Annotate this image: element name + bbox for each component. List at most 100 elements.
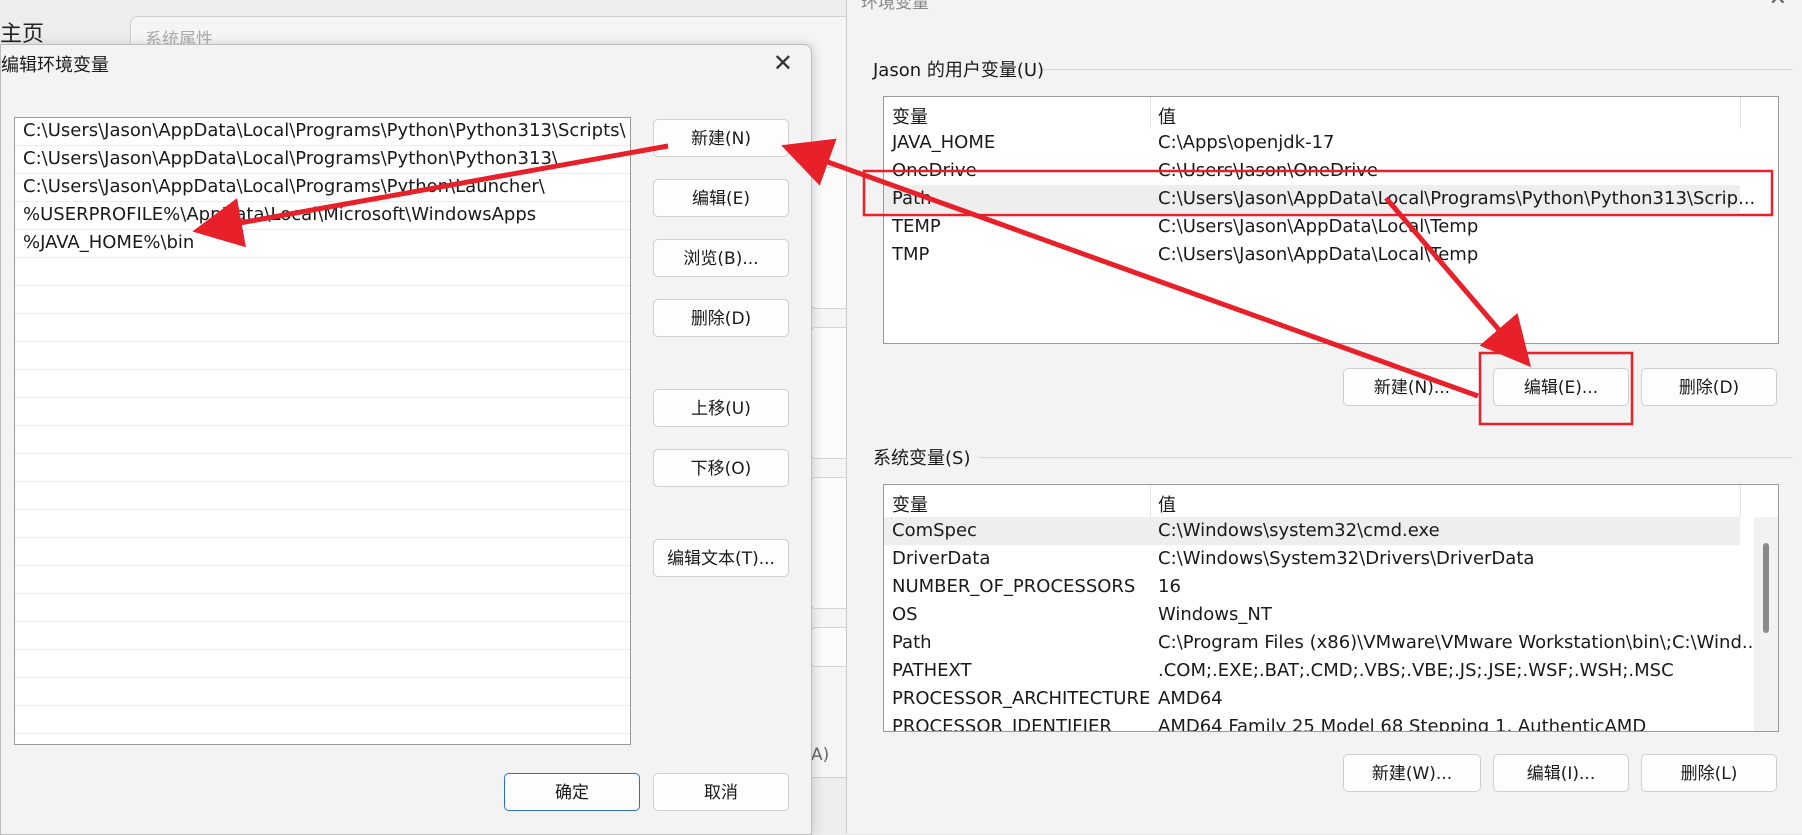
empty-list-row[interactable] xyxy=(15,454,630,482)
empty-list-row[interactable] xyxy=(15,566,630,594)
variable-name: JAVA_HOME xyxy=(892,132,996,153)
empty-list-row[interactable] xyxy=(15,370,630,398)
table-row[interactable]: NUMBER_OF_PROCESSORS 16 xyxy=(884,573,1740,601)
column-header-variable: 变量 xyxy=(892,107,928,128)
table-row[interactable]: JAVA_HOME C:\Apps\openjdk-17 xyxy=(884,129,1778,157)
close-icon[interactable]: ✕ xyxy=(773,49,793,77)
edit-dialog-title: 编辑环境变量 xyxy=(1,55,109,76)
ok-button[interactable]: 确定 xyxy=(504,773,640,811)
cancel-button[interactable]: 取消 xyxy=(653,773,789,811)
table-row[interactable]: PROCESSOR_IDENTIFIER AMD64 Family 25 Mod… xyxy=(884,713,1740,732)
variable-name: Path xyxy=(892,632,932,653)
empty-list-row[interactable] xyxy=(15,678,630,706)
table-row[interactable]: ComSpec C:\Windows\system32\cmd.exe xyxy=(884,517,1740,545)
edit-entry-button[interactable]: 编辑(E) xyxy=(653,179,789,217)
group-divider xyxy=(979,457,1793,458)
path-entry: %USERPROFILE%\AppData\Local\Microsoft\Wi… xyxy=(23,204,537,225)
list-item[interactable]: C:\Users\Jason\AppData\Local\Programs\Py… xyxy=(15,174,630,202)
environment-variables-dialog: 环境变量 ✕ Jason 的用户变量(U) 变量 值 JAVA_HOME C:\… xyxy=(846,0,1802,833)
table-row[interactable]: TEMP C:\Users\Jason\AppData\Local\Temp xyxy=(884,213,1778,241)
variable-name: OneDrive xyxy=(892,160,977,181)
variable-name: PROCESSOR_IDENTIFIER xyxy=(892,716,1112,732)
system-variables-list[interactable]: 变量 值 ComSpec C:\Windows\system32\cmd.exe… xyxy=(883,484,1779,732)
empty-list-row[interactable] xyxy=(15,398,630,426)
variable-value: AMD64 xyxy=(1158,688,1223,709)
empty-list-row[interactable] xyxy=(15,510,630,538)
path-entries-list[interactable]: C:\Users\Jason\AppData\Local\Programs\Py… xyxy=(14,117,631,745)
variable-name: PATHEXT xyxy=(892,660,972,681)
path-entry: C:\Users\Jason\AppData\Local\Programs\Py… xyxy=(23,176,545,197)
path-entry: C:\Users\Jason\AppData\Local\Programs\Py… xyxy=(23,120,626,141)
variable-name: ComSpec xyxy=(892,520,977,541)
move-down-button[interactable]: 下移(O) xyxy=(653,449,789,487)
empty-list-row[interactable] xyxy=(15,286,630,314)
system-variables-group-label: 系统变量(S) xyxy=(873,448,971,469)
empty-list-row[interactable] xyxy=(15,258,630,286)
table-row[interactable]: Path C:\Program Files (x86)\VMware\VMwar… xyxy=(884,629,1759,657)
list-item[interactable]: C:\Users\Jason\AppData\Local\Programs\Py… xyxy=(15,146,630,174)
empty-list-row[interactable] xyxy=(15,622,630,650)
empty-list-row[interactable] xyxy=(15,426,630,454)
variable-value: C:\Windows\system32\cmd.exe xyxy=(1158,520,1440,541)
column-divider xyxy=(1150,97,1151,129)
path-entry: %JAVA_HOME%\bin xyxy=(23,232,195,253)
vertical-scrollbar[interactable] xyxy=(1754,517,1778,731)
empty-list-row[interactable] xyxy=(15,482,630,510)
variable-name: OS xyxy=(892,604,918,625)
variable-name: Path xyxy=(892,188,932,209)
table-row-path-selected[interactable]: Path C:\Users\Jason\AppData\Local\Progra… xyxy=(884,185,1755,213)
user-edit-button[interactable]: 编辑(E)... xyxy=(1493,368,1629,406)
column-header-variable: 变量 xyxy=(892,495,928,516)
system-edit-button[interactable]: 编辑(I)... xyxy=(1493,754,1629,792)
column-divider xyxy=(1150,485,1151,517)
close-icon[interactable]: ✕ xyxy=(1769,0,1787,11)
new-entry-button[interactable]: 新建(N) xyxy=(653,119,789,157)
empty-list-row[interactable] xyxy=(15,538,630,566)
variable-name: TMP xyxy=(892,244,930,265)
scrollbar-thumb[interactable] xyxy=(1763,543,1769,633)
path-entry: C:\Users\Jason\AppData\Local\Programs\Py… xyxy=(23,148,558,169)
user-variables-group-label: Jason 的用户变量(U) xyxy=(873,60,1045,81)
list-header: 变量 值 xyxy=(884,97,1778,129)
user-variables-list[interactable]: 变量 值 JAVA_HOME C:\Apps\openjdk-17 OneDri… xyxy=(883,96,1779,344)
table-row[interactable]: TMP C:\Users\Jason\AppData\Local\Temp xyxy=(884,241,1778,269)
column-divider xyxy=(1740,485,1741,517)
user-new-button[interactable]: 新建(N)... xyxy=(1343,368,1481,406)
empty-list-row[interactable] xyxy=(15,650,630,678)
variable-value: 16 xyxy=(1158,576,1181,597)
variable-name: PROCESSOR_ARCHITECTURE xyxy=(892,688,1151,709)
delete-entry-button[interactable]: 删除(D) xyxy=(653,299,789,337)
variable-value: AMD64 Family 25 Model 68 Stepping 1, Aut… xyxy=(1158,716,1647,732)
variable-name: DriverData xyxy=(892,548,991,569)
system-new-button[interactable]: 新建(W)... xyxy=(1343,754,1481,792)
table-row[interactable]: PROCESSOR_ARCHITECTURE AMD64 xyxy=(884,685,1740,713)
empty-list-row[interactable] xyxy=(15,706,630,734)
variable-value: C:\Users\Jason\AppData\Local\Programs\Py… xyxy=(1158,188,1756,209)
list-item[interactable]: C:\Users\Jason\AppData\Local\Programs\Py… xyxy=(15,118,630,146)
table-row[interactable]: PATHEXT .COM;.EXE;.BAT;.CMD;.VBS;.VBE;.J… xyxy=(884,657,1740,685)
column-header-value: 值 xyxy=(1158,107,1176,128)
empty-list-row[interactable] xyxy=(15,594,630,622)
table-row[interactable]: DriverData C:\Windows\System32\Drivers\D… xyxy=(884,545,1740,573)
browse-button[interactable]: 浏览(B)... xyxy=(653,239,789,277)
system-properties-hidden-label: A) xyxy=(811,745,830,765)
user-delete-button[interactable]: 删除(D) xyxy=(1641,368,1777,406)
system-delete-button[interactable]: 删除(L) xyxy=(1641,754,1777,792)
variable-value: C:\Program Files (x86)\VMware\VMware Wor… xyxy=(1158,632,1760,653)
list-header: 变量 值 xyxy=(884,485,1778,517)
group-divider xyxy=(1043,69,1793,70)
variable-name: NUMBER_OF_PROCESSORS xyxy=(892,576,1136,597)
table-row[interactable]: OneDrive C:\Users\Jason\OneDrive xyxy=(884,157,1778,185)
move-up-button[interactable]: 上移(U) xyxy=(653,389,789,427)
empty-list-row[interactable] xyxy=(15,342,630,370)
edit-text-button[interactable]: 编辑文本(T)... xyxy=(653,539,789,577)
variable-value: C:\Users\Jason\AppData\Local\Temp xyxy=(1158,216,1479,237)
empty-list-row[interactable] xyxy=(15,314,630,342)
variable-value: C:\Apps\openjdk-17 xyxy=(1158,132,1335,153)
edit-environment-variable-dialog: 编辑环境变量 ✕ C:\Users\Jason\AppData\Local\Pr… xyxy=(0,44,812,835)
variable-value: C:\Users\Jason\OneDrive xyxy=(1158,160,1379,181)
table-row[interactable]: OS Windows_NT xyxy=(884,601,1740,629)
list-item[interactable]: %USERPROFILE%\AppData\Local\Microsoft\Wi… xyxy=(15,202,630,230)
column-divider xyxy=(1740,97,1741,129)
list-item[interactable]: %JAVA_HOME%\bin xyxy=(15,230,630,258)
